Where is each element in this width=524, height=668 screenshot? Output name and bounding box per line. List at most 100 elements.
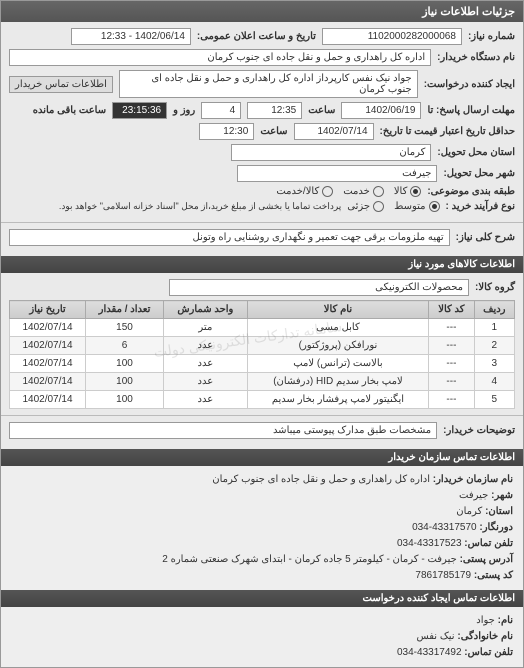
goods-group-label: گروه کالا:: [475, 282, 515, 293]
c2-l1: نام:: [498, 615, 513, 626]
table-cell: بالاست (ترانس) لامپ: [247, 355, 429, 373]
table-cell: لامپ بخار سدیم HID (درفشان): [247, 373, 429, 391]
table-cell: نورافکن (پروژکتور): [247, 337, 429, 355]
table-row: 5---ایگنیتور لامپ پرفشار بخار سدیمعدد100…: [10, 391, 515, 409]
table-header: واحد شمارش: [164, 301, 248, 319]
c1-l5: تلفن تماس:: [464, 538, 513, 549]
c1-v4: 43317570-034: [412, 522, 477, 533]
subject-group-radios: کالا خدمت کالا/خدمت: [276, 186, 421, 197]
province-label: استان محل تحویل:: [437, 147, 515, 158]
radio-kala[interactable]: [410, 186, 421, 197]
remain-label: ساعت باقی مانده: [33, 105, 106, 116]
c1-v2: جیرفت: [459, 490, 488, 501]
announce-label: تاریخ و ساعت اعلان عمومی:: [197, 31, 316, 42]
buyer-note-label: توضیحات خریدار:: [443, 425, 515, 436]
table-cell: 1402/07/14: [10, 373, 86, 391]
req-num-value: 1102000282000068: [322, 28, 462, 45]
city-label: شهر محل تحویل:: [443, 168, 515, 179]
time-label-2: ساعت: [260, 126, 287, 137]
table-cell: 100: [85, 391, 163, 409]
contact1-block: نام سازمان خریدار: اداره کل راهداری و حم…: [1, 466, 523, 590]
radio-both-label: کالا/خدمت: [276, 186, 319, 197]
validity-time: 12:30: [199, 123, 254, 140]
buyer-value: اداره کل راهداری و حمل و نقل جاده ای جنو…: [9, 49, 431, 66]
buyer-label: نام دستگاه خریدار:: [437, 52, 515, 63]
c1-l1: نام سازمان خریدار:: [433, 474, 513, 485]
table-row: 2---نورافکن (پروژکتور)عدد61402/07/14: [10, 337, 515, 355]
table-header: نام کالا: [247, 301, 429, 319]
table-cell: 1402/07/14: [10, 337, 86, 355]
creator-value: جواد نیک نفس کارپرداز اداره کل راهداری و…: [119, 70, 418, 98]
table-cell: 6: [85, 337, 163, 355]
table-cell: ---: [429, 355, 474, 373]
table-cell: 1: [474, 319, 514, 337]
page-title: جزئیات اطلاعات نیاز: [1, 1, 523, 22]
table-cell: 1402/07/14: [10, 319, 86, 337]
validity-label: حداقل تاریخ اعتبار قیمت تا تاریخ:: [380, 126, 515, 137]
table-cell: ---: [429, 391, 474, 409]
contact2-title: اطلاعات تماس ایجاد کننده درخواست: [1, 590, 523, 607]
table-cell: کابل مسی: [247, 319, 429, 337]
c2-v1: جواد: [476, 615, 495, 626]
table-cell: 4: [474, 373, 514, 391]
c2-l2: نام خانوادگی:: [457, 631, 513, 642]
c1-v1: اداره کل راهداری و حمل و نقل جاده ای جنو…: [212, 474, 430, 485]
buytype-radios: متوسط جزئی: [347, 201, 439, 212]
table-cell: ---: [429, 319, 474, 337]
c1-l4: دورنگار:: [479, 522, 513, 533]
table-cell: ایگنیتور لامپ پرفشار بخار سدیم: [247, 391, 429, 409]
radio-kala-label: کالا: [394, 186, 408, 197]
radio-khedmat[interactable]: [373, 186, 384, 197]
radio-medium-label: متوسط: [394, 201, 425, 212]
table-header: کد کالا: [429, 301, 474, 319]
group-label: طبقه بندی موضوعی:: [427, 186, 515, 197]
deadline-send-label: مهلت ارسال پاسخ: تا: [427, 105, 515, 116]
table-cell: 1402/07/14: [10, 391, 86, 409]
table-cell: 100: [85, 373, 163, 391]
buy-note: پرداخت تماما یا بخشی از مبلغ خرید،از محل…: [59, 201, 341, 212]
c1-v6: جیرفت - کرمان - کیلومتر 5 جاده کرمان - ا…: [162, 554, 457, 565]
table-cell: 1402/07/14: [10, 355, 86, 373]
table-cell: عدد: [164, 373, 248, 391]
table-cell: 100: [85, 355, 163, 373]
days-remaining: 4: [201, 102, 241, 119]
contact-buyer-button[interactable]: اطلاعات تماس خریدار: [9, 76, 113, 93]
c1-l6: آدرس پستی:: [460, 554, 513, 565]
radio-minor[interactable]: [373, 201, 384, 212]
goods-group-value: محصولات الکترونیکی: [169, 279, 469, 296]
table-row: 4---لامپ بخار سدیم HID (درفشان)عدد100140…: [10, 373, 515, 391]
radio-medium[interactable]: [429, 201, 440, 212]
announce-value: 1402/06/14 - 12:33: [71, 28, 191, 45]
table-cell: عدد: [164, 355, 248, 373]
creator-label: ایجاد کننده درخواست:: [424, 79, 515, 90]
table-cell: عدد: [164, 391, 248, 409]
deadline-send-time: 12:35: [247, 102, 302, 119]
contact1-title: اطلاعات تماس سازمان خریدار: [1, 449, 523, 466]
c2-v2: نیک نفس: [416, 631, 454, 642]
c1-l3: استان:: [485, 506, 513, 517]
radio-khedmat-label: خدمت: [343, 186, 370, 197]
desc-label: شرح کلی نیاز:: [456, 232, 515, 243]
c2-v3: 43317492-034: [397, 647, 462, 658]
table-cell: ---: [429, 337, 474, 355]
desc-value: تهیه ملزومات برقی جهت تعمیر و نگهداری رو…: [9, 229, 450, 246]
days-label: روز و: [173, 105, 195, 116]
req-num-label: شماره نیاز:: [468, 31, 515, 42]
c1-v3: کرمان: [456, 506, 482, 517]
table-row: 1---کابل مسیمتر1501402/07/14: [10, 319, 515, 337]
contact2-block: نام: جواد نام خانوادگی: نیک نفس تلفن تما…: [1, 607, 523, 667]
goods-section-title: اطلاعات کالاهای مورد نیاز: [1, 256, 523, 273]
buyer-note-value: مشخصات طبق مدارک پیوستی میباشد: [9, 422, 437, 439]
table-cell: 5: [474, 391, 514, 409]
table-cell: عدد: [164, 337, 248, 355]
table-header: تعداد / مقدار: [85, 301, 163, 319]
time-label-1: ساعت: [308, 105, 335, 116]
radio-both[interactable]: [322, 186, 333, 197]
table-cell: 2: [474, 337, 514, 355]
c1-l2: شهر:: [491, 490, 513, 501]
goods-table: ردیفکد کالانام کالاواحد شمارشتعداد / مقد…: [9, 300, 515, 409]
time-remaining: 23:15:36: [112, 102, 167, 119]
table-cell: 150: [85, 319, 163, 337]
buytype-label: نوع فرآیند خرید :: [446, 201, 515, 212]
city-value: جیرفت: [237, 165, 437, 182]
